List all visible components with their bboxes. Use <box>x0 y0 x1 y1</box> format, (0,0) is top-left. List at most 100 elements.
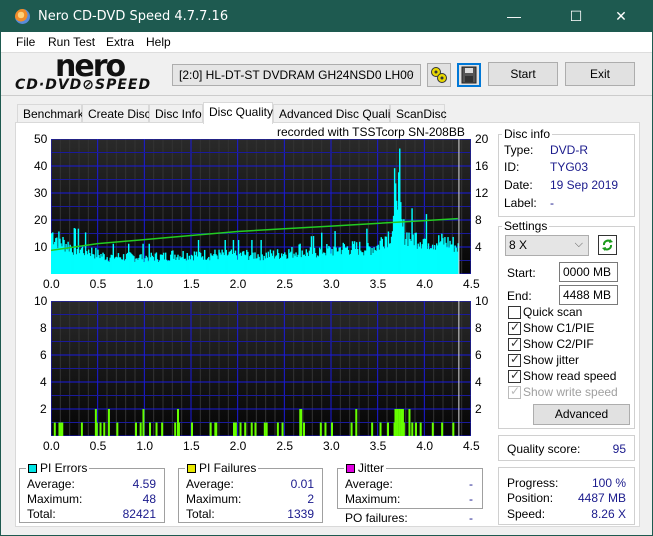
pi-failure-bar <box>303 422 305 436</box>
y-tick-label-right: 6 <box>475 348 482 362</box>
pi-failure-bar <box>281 422 284 436</box>
pi-failures-heading: PI Failures <box>185 461 259 475</box>
pi-failure-bar <box>53 422 56 436</box>
y-tick-label-right: 10 <box>475 294 489 308</box>
pi-failure-bar <box>209 422 212 436</box>
disc-info-heading: Disc info <box>502 127 553 141</box>
pi-failure-bar <box>139 422 142 436</box>
y-tick-label-right: 4 <box>475 240 482 254</box>
close-button[interactable]: ✕ <box>598 1 644 32</box>
show-c2-pif-label: Show C2/PIF <box>523 337 594 351</box>
pi-errors-average-value: 4.59 <box>132 477 156 491</box>
x-tick-label: 2.5 <box>276 277 294 291</box>
recorded-with-label: recorded with TSSTcorp SN-208BB <box>277 125 465 139</box>
tab-benchmark[interactable]: Benchmark <box>17 104 84 123</box>
start-mb-label: Start: <box>507 266 536 280</box>
jitter-heading: Jitter <box>344 461 387 475</box>
pi-failures-average-label: Average: <box>186 477 234 491</box>
tab-advanced-disc-quality[interactable]: Advanced Disc Quality <box>273 104 400 123</box>
pi-failures-total-label: Total: <box>186 507 215 521</box>
start-button[interactable]: Start <box>488 62 558 86</box>
po-failures-value: - <box>469 511 473 525</box>
x-tick-label: 1.0 <box>136 439 154 453</box>
exit-button[interactable]: Exit <box>565 62 635 86</box>
pi-failure-bar <box>174 422 177 436</box>
show-read-speed-checkbox[interactable] <box>508 368 521 383</box>
pi-failure-bar <box>396 409 399 436</box>
y-tick-label-left: 4 <box>40 375 47 389</box>
x-tick-label: 2.0 <box>229 277 247 291</box>
progress-label: Progress: <box>507 476 559 490</box>
speed-label: Speed: <box>507 507 546 521</box>
quick-scan-checkbox[interactable] <box>508 306 521 319</box>
y-tick-label-right: 8 <box>475 321 482 335</box>
drive-select[interactable]: [2:0] HL-DT-ST DVDRAM GH24NSD0 LH00 ⌵ <box>172 64 421 86</box>
pi-failures-total-value: 1339 <box>287 507 314 521</box>
tab-disc-quality[interactable]: Disc Quality <box>203 102 273 124</box>
pi-errors-chart-svg <box>50 138 472 275</box>
x-tick-label: 3.5 <box>369 439 387 453</box>
x-tick-label: 4.5 <box>463 277 480 291</box>
show-write-speed-checkbox <box>508 384 521 399</box>
minimize-button[interactable]: — <box>491 1 537 32</box>
pi-failure-bar <box>142 409 145 436</box>
tab-disc-info[interactable]: Disc Info <box>149 104 203 123</box>
po-failures-label: PO failures: <box>345 511 408 525</box>
x-tick-label: 0.0 <box>43 439 60 453</box>
disc-type-label: Type: <box>504 143 534 157</box>
pi-failures-maximum-value: 2 <box>307 492 314 506</box>
toolbar: nero CD·DVD⊘SPEED [2:0] HL-DT-ST DVDRAM … <box>1 49 652 96</box>
pi-failure-bar <box>215 422 218 436</box>
pi-failure-bar <box>135 422 137 436</box>
menu-run-test[interactable]: Run Test <box>48 35 95 49</box>
disc-id-label: ID: <box>504 160 520 174</box>
pi-failure-bar <box>350 422 353 436</box>
pi-failure-bar <box>116 422 119 436</box>
y-tick-label-right: 2 <box>475 402 482 416</box>
pi-failure-bar <box>95 422 98 436</box>
show-c2-pif-checkbox[interactable] <box>508 336 521 351</box>
save-button[interactable] <box>457 63 481 87</box>
tab-create-disc[interactable]: Create Disc <box>82 104 151 123</box>
speed-value: 8.26 X <box>591 507 626 521</box>
start-mb-input[interactable]: 0000 MB <box>559 262 618 282</box>
x-tick-label: 2.0 <box>229 439 247 453</box>
advanced-button[interactable]: Advanced <box>533 404 630 425</box>
y-tick-label-left: 40 <box>34 159 48 173</box>
pi-failures-chart-svg <box>50 300 472 437</box>
show-c1-pie-checkbox[interactable] <box>508 320 521 335</box>
x-tick-label: 3.5 <box>369 277 387 291</box>
y-tick-label-right: 8 <box>475 213 482 227</box>
disc-id-value: TYG03 <box>550 160 589 174</box>
show-write-speed-label: Show write speed <box>523 385 618 399</box>
pi-failure-bar <box>276 422 279 436</box>
y-tick-label-left: 2 <box>40 402 47 416</box>
x-tick-label: 4.0 <box>416 277 434 291</box>
tab-scandisc[interactable]: ScanDisc <box>390 104 447 123</box>
jitter-maximum-label: Maximum: <box>345 492 401 506</box>
pi-failure-bar <box>233 422 235 436</box>
x-tick-label: 1.5 <box>183 277 200 291</box>
jitter-swatch-icon <box>346 464 355 473</box>
pi-failure-bar <box>415 422 417 436</box>
menu-help[interactable]: Help <box>146 35 171 49</box>
pi-failure-bar <box>319 422 322 436</box>
end-mb-input[interactable]: 4488 MB <box>559 285 618 305</box>
menu-file[interactable]: File <box>16 35 35 49</box>
position-value: 4487 MB <box>577 491 626 505</box>
jitter-average-value: - <box>469 477 473 491</box>
jitter-average-label: Average: <box>345 477 393 491</box>
menu-extra[interactable]: Extra <box>106 35 134 49</box>
refresh-speed-button[interactable] <box>598 235 617 255</box>
speed-select[interactable]: 8 X ⌵ <box>505 235 589 256</box>
maximize-button[interactable]: ☐ <box>553 1 599 32</box>
chevron-down-icon: ⌵ <box>405 67 414 79</box>
pi-failure-bar <box>191 422 193 436</box>
show-jitter-checkbox[interactable] <box>508 352 521 367</box>
pi-failures-average-value: 0.01 <box>290 477 314 491</box>
pi-failure-bar <box>398 409 401 436</box>
show-c1-pie-label: Show C1/PIE <box>523 321 595 335</box>
drive-info-icon <box>431 67 447 83</box>
drive-info-button[interactable] <box>427 63 451 87</box>
x-tick-label: 3.0 <box>323 439 340 453</box>
